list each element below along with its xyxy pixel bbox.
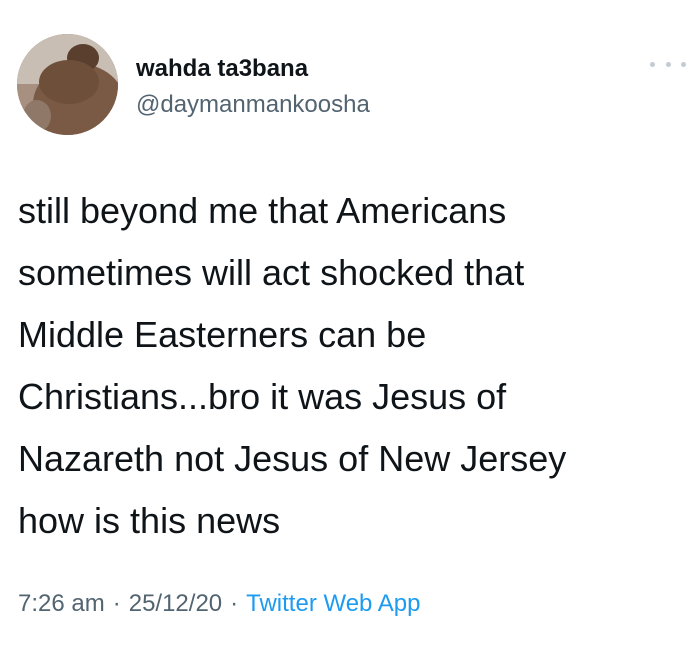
avatar[interactable]: [17, 34, 118, 135]
tweet-card: wahda ta3bana @daymanmankoosha still bey…: [0, 0, 700, 671]
tweet-text-line: sometimes will act shocked that: [18, 252, 525, 293]
ellipsis-icon: [650, 61, 655, 67]
tweet-date[interactable]: 25/12/20: [129, 590, 222, 617]
tweet-text: still beyond me that Americans sometimes…: [18, 180, 678, 552]
tweet-source-link[interactable]: Twitter Web App: [246, 590, 420, 617]
display-name[interactable]: wahda ta3bana: [136, 57, 308, 81]
avatar-image: [17, 34, 118, 135]
meta-separator: ·: [112, 590, 121, 617]
tweet-text-line: how is this news: [18, 500, 281, 541]
tweet-text-line: Christians...bro it was Jesus of: [18, 376, 507, 417]
user-handle[interactable]: @daymanmankoosha: [136, 93, 370, 117]
meta-separator: ·: [230, 590, 239, 617]
tweet-text-line: Nazareth not Jesus of New Jersey: [18, 438, 567, 479]
tweet-text-line: Middle Easterners can be: [18, 314, 427, 355]
tweet-metadata: 7:26 am · 25/12/20 · Twitter Web App: [18, 592, 420, 616]
more-options-button[interactable]: [650, 52, 686, 76]
ellipsis-icon: [665, 61, 671, 67]
tweet-text-line: still beyond me that Americans: [18, 190, 507, 231]
ellipsis-icon: [681, 61, 686, 67]
tweet-time[interactable]: 7:26 am: [18, 590, 105, 617]
